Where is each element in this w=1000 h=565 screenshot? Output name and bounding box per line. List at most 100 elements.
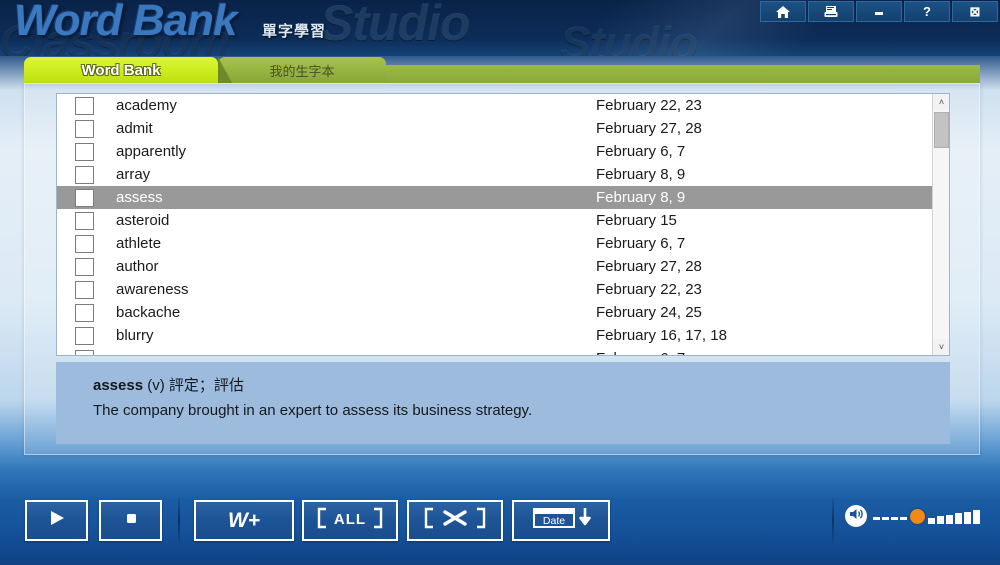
volume-bar[interactable] bbox=[964, 511, 971, 524]
row-checkbox[interactable] bbox=[75, 211, 94, 230]
table-row[interactable]: apparently February 6, 7 bbox=[57, 140, 933, 163]
page-subtitle: 單字學習 bbox=[262, 23, 327, 40]
window-controls: ? ⊠ bbox=[760, 1, 998, 22]
table-row[interactable]: assess February 8, 9 bbox=[57, 186, 933, 209]
row-checkbox[interactable] bbox=[75, 257, 94, 276]
row-date: February 8, 9 bbox=[596, 166, 686, 183]
row-date: February 6, 7 bbox=[596, 235, 686, 252]
row-date: February 6, 7 bbox=[596, 143, 686, 160]
speaker-button[interactable] bbox=[845, 505, 867, 527]
definition-panel: assess (v) 評定；評估 The company brought in … bbox=[56, 362, 950, 444]
row-checkbox[interactable] bbox=[75, 188, 94, 207]
row-word: apparently bbox=[116, 143, 187, 160]
table-row[interactable]: author February 27, 28 bbox=[57, 255, 933, 278]
print-button[interactable] bbox=[808, 1, 854, 22]
volume-tick bbox=[882, 517, 889, 520]
table-row[interactable]: blurry February 16, 17, 18 bbox=[57, 324, 933, 347]
row-checkbox[interactable] bbox=[75, 234, 94, 253]
home-icon bbox=[775, 5, 791, 19]
add-word-button[interactable]: W+ bbox=[194, 500, 294, 541]
volume-bar[interactable] bbox=[937, 516, 944, 524]
tab-strip: 我的生字本 Word Bank bbox=[0, 57, 1000, 83]
definition-example: The company brought in an expert to asse… bbox=[93, 402, 533, 419]
volume-separator bbox=[832, 498, 834, 543]
row-date: February 24, 25 bbox=[596, 304, 702, 321]
select-all-icon: ALL bbox=[312, 506, 388, 535]
stop-button[interactable] bbox=[99, 500, 162, 541]
add-word-label: W+ bbox=[227, 508, 261, 532]
row-date: February 22, 23 bbox=[596, 97, 702, 114]
svg-text:ALL: ALL bbox=[334, 511, 366, 528]
minimize-button[interactable] bbox=[856, 1, 902, 22]
row-checkbox[interactable] bbox=[75, 280, 94, 299]
row-date: February 27, 28 bbox=[596, 120, 702, 137]
row-word: awareness bbox=[116, 281, 189, 298]
scroll-down-arrow[interactable]: ˅ bbox=[933, 339, 949, 355]
table-row[interactable]: backache February 24, 25 bbox=[57, 301, 933, 324]
volume-bar[interactable] bbox=[946, 514, 953, 524]
row-checkbox[interactable] bbox=[75, 96, 94, 115]
table-row[interactable]: February 6, 7 bbox=[57, 347, 933, 355]
play-icon bbox=[46, 508, 68, 533]
row-checkbox[interactable] bbox=[75, 349, 94, 355]
definition-headword: assess bbox=[93, 377, 144, 394]
page-title: Word Bank bbox=[14, 0, 237, 45]
speaker-icon bbox=[848, 507, 864, 526]
close-button[interactable]: ⊠ bbox=[952, 1, 998, 22]
scrollbar-thumb[interactable] bbox=[934, 112, 949, 148]
row-checkbox[interactable] bbox=[75, 303, 94, 322]
volume-bar[interactable] bbox=[955, 513, 962, 524]
sort-by-date-button[interactable]: Date bbox=[512, 500, 610, 541]
definition-headline: assess (v) 評定；評估 bbox=[93, 374, 950, 395]
select-all-button[interactable]: ALL bbox=[302, 500, 398, 541]
word-list-rows: academy February 22, 23 admit February 27, … bbox=[57, 94, 933, 355]
scroll-up-arrow[interactable]: ˄ bbox=[933, 94, 949, 110]
volume-tick bbox=[873, 517, 880, 520]
row-word: array bbox=[116, 166, 151, 183]
row-date: February 22, 23 bbox=[596, 281, 702, 298]
row-checkbox[interactable] bbox=[75, 326, 94, 345]
volume-bar[interactable] bbox=[973, 510, 980, 524]
volume-tick bbox=[900, 517, 907, 520]
row-checkbox[interactable] bbox=[75, 142, 94, 161]
tab-word-bank[interactable]: Word Bank bbox=[24, 57, 218, 83]
row-checkbox[interactable] bbox=[75, 165, 94, 184]
table-row[interactable]: academy February 22, 23 bbox=[57, 94, 933, 117]
date-sort-icon: Date bbox=[523, 505, 599, 536]
table-row[interactable]: array February 8, 9 bbox=[57, 163, 933, 186]
shuffle-icon bbox=[419, 506, 491, 535]
volume-control[interactable] bbox=[845, 505, 980, 527]
tab-my-wordbook-label: 我的生字本 bbox=[269, 63, 335, 79]
table-row[interactable]: asteroid February 15 bbox=[57, 209, 933, 232]
minimize-icon bbox=[871, 5, 887, 19]
volume-tick bbox=[891, 517, 898, 520]
word-list[interactable]: academy February 22, 23 admit February 27, … bbox=[56, 93, 950, 356]
shuffle-button[interactable] bbox=[407, 500, 503, 541]
row-word: backache bbox=[116, 304, 181, 321]
volume-knob[interactable] bbox=[910, 509, 925, 524]
row-word: author bbox=[116, 258, 159, 275]
title-bar: Studio Classroom Studio Word Bank 單字學習 bbox=[0, 0, 1000, 56]
volume-bar[interactable] bbox=[928, 518, 935, 524]
definition-meaning: 評定；評估 bbox=[168, 377, 244, 394]
help-button[interactable]: ? bbox=[904, 1, 950, 22]
row-date: February 8, 9 bbox=[596, 189, 686, 206]
table-row[interactable]: awareness February 22, 23 bbox=[57, 278, 933, 301]
tab-my-wordbook[interactable]: 我的生字本 bbox=[218, 57, 386, 83]
row-word: academy bbox=[116, 97, 177, 114]
definition-pos: (v) bbox=[147, 377, 165, 394]
row-checkbox[interactable] bbox=[75, 119, 94, 138]
table-row[interactable]: athlete February 6, 7 bbox=[57, 232, 933, 255]
row-word: asteroid bbox=[116, 212, 170, 229]
play-button[interactable] bbox=[25, 500, 88, 541]
word-list-scrollbar[interactable]: ˄ ˅ bbox=[932, 94, 949, 355]
row-word: athlete bbox=[116, 235, 162, 252]
toolbar-separator bbox=[178, 498, 180, 543]
row-word: assess bbox=[116, 189, 163, 206]
table-row[interactable]: admit February 27, 28 bbox=[57, 117, 933, 140]
home-button[interactable] bbox=[760, 1, 806, 22]
row-date: February 15 bbox=[596, 212, 677, 229]
volume-slider[interactable] bbox=[873, 508, 980, 524]
row-word: admit bbox=[116, 120, 153, 137]
tab-strip-filler bbox=[372, 65, 980, 83]
